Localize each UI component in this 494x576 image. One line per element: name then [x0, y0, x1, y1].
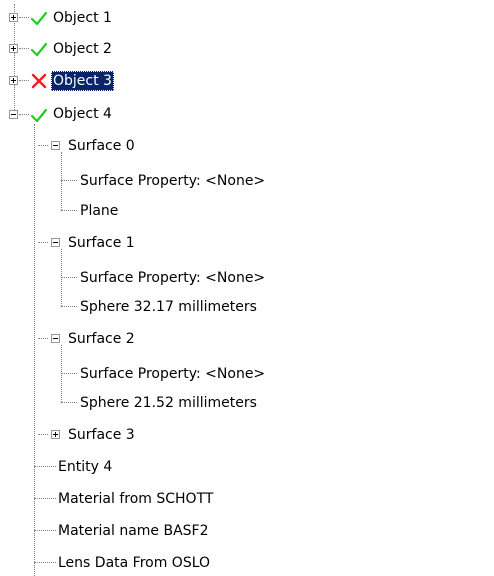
tree-leaf-shape[interactable]: Sphere 32.17 millimeters — [0, 297, 420, 317]
tree-node-label: Material name BASF2 — [58, 523, 209, 539]
tree-leaf-surface-property[interactable]: Surface Property: <None> — [0, 171, 420, 191]
expand-button[interactable] — [51, 430, 60, 439]
tree-node-surface-3[interactable]: Surface 3 — [0, 425, 240, 445]
check-icon — [30, 108, 48, 123]
tree-node-label: Entity 4 — [58, 459, 113, 475]
tree-node-label: Sphere 21.52 millimeters — [80, 395, 257, 411]
collapse-button[interactable] — [51, 238, 60, 247]
tree-node-object-4[interactable]: Object 4 — [0, 104, 200, 124]
collapse-button[interactable] — [51, 334, 60, 343]
expand-button[interactable] — [9, 44, 18, 53]
object-tree: Object 1 Object 2 Object 3 Object 4 Surf… — [0, 0, 494, 576]
tree-node-label: Surface Property: <None> — [80, 366, 266, 382]
tree-leaf-surface-property[interactable]: Surface Property: <None> — [0, 268, 420, 288]
collapse-button[interactable] — [51, 141, 60, 150]
tree-leaf-material-source[interactable]: Material from SCHOTT — [0, 489, 320, 509]
tree-node-surface-2[interactable]: Surface 2 — [0, 329, 240, 349]
tree-leaf-lens-data[interactable]: Lens Data From OSLO — [0, 553, 320, 573]
tree-node-label: Sphere 32.17 millimeters — [80, 299, 257, 315]
tree-node-surface-0[interactable]: Surface 0 — [0, 136, 240, 156]
tree-node-label: Surface 0 — [68, 138, 135, 154]
tree-node-label: Surface 2 — [68, 331, 135, 347]
error-x-icon — [31, 73, 47, 89]
tree-leaf-surface-property[interactable]: Surface Property: <None> — [0, 364, 420, 384]
collapse-button[interactable] — [9, 110, 18, 119]
tree-leaf-shape[interactable]: Sphere 21.52 millimeters — [0, 393, 420, 413]
tree-node-label: Surface 1 — [68, 235, 135, 251]
tree-node-object-2[interactable]: Object 2 — [0, 39, 200, 59]
tree-node-label: Object 2 — [53, 41, 112, 57]
tree-leaf-entity[interactable]: Entity 4 — [0, 457, 240, 477]
check-icon — [30, 11, 48, 26]
expand-button[interactable] — [9, 76, 18, 85]
tree-node-label: Surface 3 — [68, 427, 135, 443]
tree-node-label: Surface Property: <None> — [80, 173, 266, 189]
tree-node-label: Object 1 — [53, 10, 112, 26]
tree-node-label: Plane — [80, 203, 119, 219]
tree-node-label: Lens Data From OSLO — [58, 555, 211, 571]
tree-leaf-shape[interactable]: Plane — [0, 201, 200, 221]
tree-node-label: Object 4 — [53, 106, 112, 122]
tree-node-label: Object 3 — [51, 71, 114, 91]
tree-node-label: Surface Property: <None> — [80, 270, 266, 286]
tree-node-object-3[interactable]: Object 3 — [0, 71, 200, 91]
tree-node-label: Material from SCHOTT — [58, 491, 214, 507]
tree-node-surface-1[interactable]: Surface 1 — [0, 233, 240, 253]
tree-leaf-material-name[interactable]: Material name BASF2 — [0, 521, 320, 541]
check-icon — [30, 42, 48, 57]
tree-node-object-1[interactable]: Object 1 — [0, 8, 200, 28]
expand-button[interactable] — [9, 13, 18, 22]
